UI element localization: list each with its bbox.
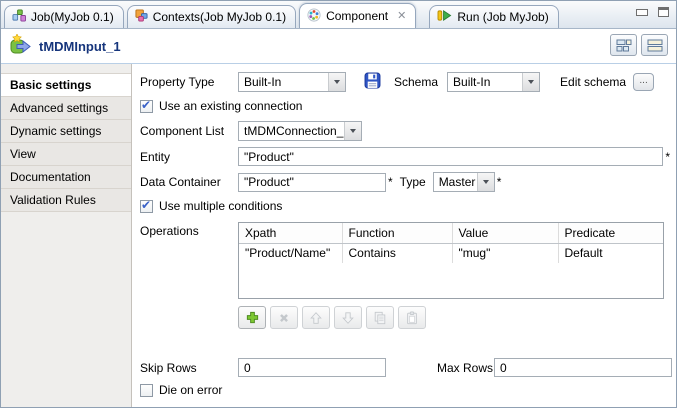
minimize-icon[interactable] xyxy=(636,9,648,16)
data-container-row: Data Container * Type Master * xyxy=(140,172,672,192)
move-down-button[interactable] xyxy=(334,306,362,329)
copy-button[interactable] xyxy=(366,306,394,329)
die-on-error-label: Die on error xyxy=(159,383,222,397)
row-layout-button[interactable] xyxy=(641,34,668,56)
close-icon[interactable]: ✕ xyxy=(397,11,406,22)
tab-component[interactable]: Component ✕ xyxy=(299,3,416,28)
sidebar-item-advanced-settings[interactable]: Advanced settings xyxy=(1,97,131,120)
component-list-row: Component List tMDMConnection_1 xyxy=(140,121,672,141)
remove-row-button[interactable] xyxy=(270,306,298,329)
die-on-error-checkbox[interactable] xyxy=(140,384,153,397)
operations-toolbar xyxy=(238,306,672,329)
add-row-button[interactable] xyxy=(238,306,266,329)
operations-label: Operations xyxy=(140,222,238,238)
sidebar-item-documentation[interactable]: Documentation xyxy=(1,166,131,189)
use-existing-connection-row: Use an existing connection xyxy=(140,99,672,113)
column-header-function: Function xyxy=(342,223,452,243)
entity-label: Entity xyxy=(140,150,238,164)
chevron-down-icon xyxy=(522,73,539,91)
column-header-value: Value xyxy=(452,223,558,243)
data-container-input[interactable] xyxy=(238,173,386,192)
sidebar-item-dynamic-settings[interactable]: Dynamic settings xyxy=(1,120,131,143)
chevron-down-icon xyxy=(477,173,494,191)
cell-xpath[interactable]: "Product/Name" xyxy=(239,243,342,263)
edit-schema-label: Edit schema xyxy=(560,75,626,89)
cell-value[interactable]: "mug" xyxy=(452,243,558,263)
tmdm-component-icon xyxy=(9,34,32,59)
skip-max-rows-row: Skip Rows Max Rows xyxy=(140,358,672,377)
tab-run[interactable]: Run (Job MyJob) xyxy=(429,5,558,28)
maximize-icon[interactable] xyxy=(658,7,669,17)
entity-input[interactable] xyxy=(238,147,663,166)
paste-button[interactable] xyxy=(398,306,426,329)
chevron-down-icon xyxy=(344,122,361,140)
component-header: tMDMInput_1 xyxy=(1,29,676,64)
max-rows-label: Max Rows xyxy=(437,361,494,375)
required-marker: * xyxy=(497,175,502,189)
tab-contexts-label: Contexts(Job MyJob 0.1) xyxy=(153,10,286,24)
run-play-icon xyxy=(437,9,452,25)
entity-row: Entity * xyxy=(140,147,672,166)
tab-component-label: Component xyxy=(326,9,388,23)
cell-predicate[interactable]: Default xyxy=(558,243,663,263)
tab-job-label: Job(MyJob 0.1) xyxy=(31,10,114,24)
operations-table: Xpath Function Value Predicate "Product/… xyxy=(238,222,664,299)
type-label: Type xyxy=(400,175,426,189)
view-tabbar: Job(MyJob 0.1) Contexts(Job MyJob 0.1) C… xyxy=(1,1,676,29)
operations-row: Operations Xpath Function Value Predicat… xyxy=(140,222,672,329)
sidebar-item-basic-settings[interactable]: Basic settings xyxy=(1,74,131,97)
page-title: tMDMInput_1 xyxy=(39,39,121,54)
use-multiple-conditions-checkbox[interactable] xyxy=(140,200,153,213)
component-dots-icon xyxy=(307,8,321,25)
property-schema-row: Property Type Built-In Schema Built-In E… xyxy=(140,72,672,92)
tab-run-label: Run (Job MyJob) xyxy=(457,10,548,24)
use-multiple-conditions-label: Use multiple conditions xyxy=(159,199,282,213)
edit-schema-button[interactable]: ... xyxy=(633,73,654,91)
use-multiple-conditions-row: Use multiple conditions xyxy=(140,199,672,213)
property-type-dropdown[interactable]: Built-In xyxy=(238,72,346,92)
column-header-predicate: Predicate xyxy=(558,223,663,243)
settings-sidebar: Basic settings Advanced settings Dynamic… xyxy=(1,64,132,408)
skip-rows-label: Skip Rows xyxy=(140,361,238,375)
view-controls xyxy=(636,7,669,17)
component-settings-window: Job(MyJob 0.1) Contexts(Job MyJob 0.1) C… xyxy=(0,0,677,408)
property-type-label: Property Type xyxy=(140,75,238,89)
use-existing-connection-checkbox[interactable] xyxy=(140,100,153,113)
schema-dropdown[interactable]: Built-In xyxy=(447,72,540,92)
job-diagram-icon xyxy=(12,9,26,25)
schema-label: Schema xyxy=(394,75,438,89)
type-dropdown[interactable]: Master xyxy=(433,172,495,192)
data-container-label: Data Container xyxy=(140,175,238,189)
die-on-error-row: Die on error xyxy=(140,383,672,397)
sidebar-item-view[interactable]: View xyxy=(1,143,131,166)
tab-contexts[interactable]: Contexts(Job MyJob 0.1) xyxy=(127,5,296,28)
required-marker: * xyxy=(665,150,670,164)
contexts-icon xyxy=(135,9,148,25)
component-list-dropdown[interactable]: tMDMConnection_1 xyxy=(238,121,362,141)
cell-function[interactable]: Contains xyxy=(342,243,452,263)
table-row[interactable]: "Product/Name" Contains "mug" Default xyxy=(239,243,663,263)
skip-rows-input[interactable] xyxy=(238,358,386,377)
required-marker: * xyxy=(388,175,393,189)
tab-job[interactable]: Job(MyJob 0.1) xyxy=(4,5,124,28)
sidebar-item-validation-rules[interactable]: Validation Rules xyxy=(1,189,131,212)
component-list-label: Component List xyxy=(140,124,238,138)
use-existing-connection-label: Use an existing connection xyxy=(159,99,302,113)
chevron-down-icon xyxy=(328,73,345,91)
grid-layout-button[interactable] xyxy=(610,34,637,56)
move-up-button[interactable] xyxy=(302,306,330,329)
basic-settings-panel: Property Type Built-In Schema Built-In E… xyxy=(132,64,676,408)
floppy-disk-icon[interactable] xyxy=(364,72,381,92)
operations-header-row: Xpath Function Value Predicate xyxy=(239,223,663,243)
max-rows-input[interactable] xyxy=(494,358,672,377)
column-header-xpath: Xpath xyxy=(239,223,342,243)
